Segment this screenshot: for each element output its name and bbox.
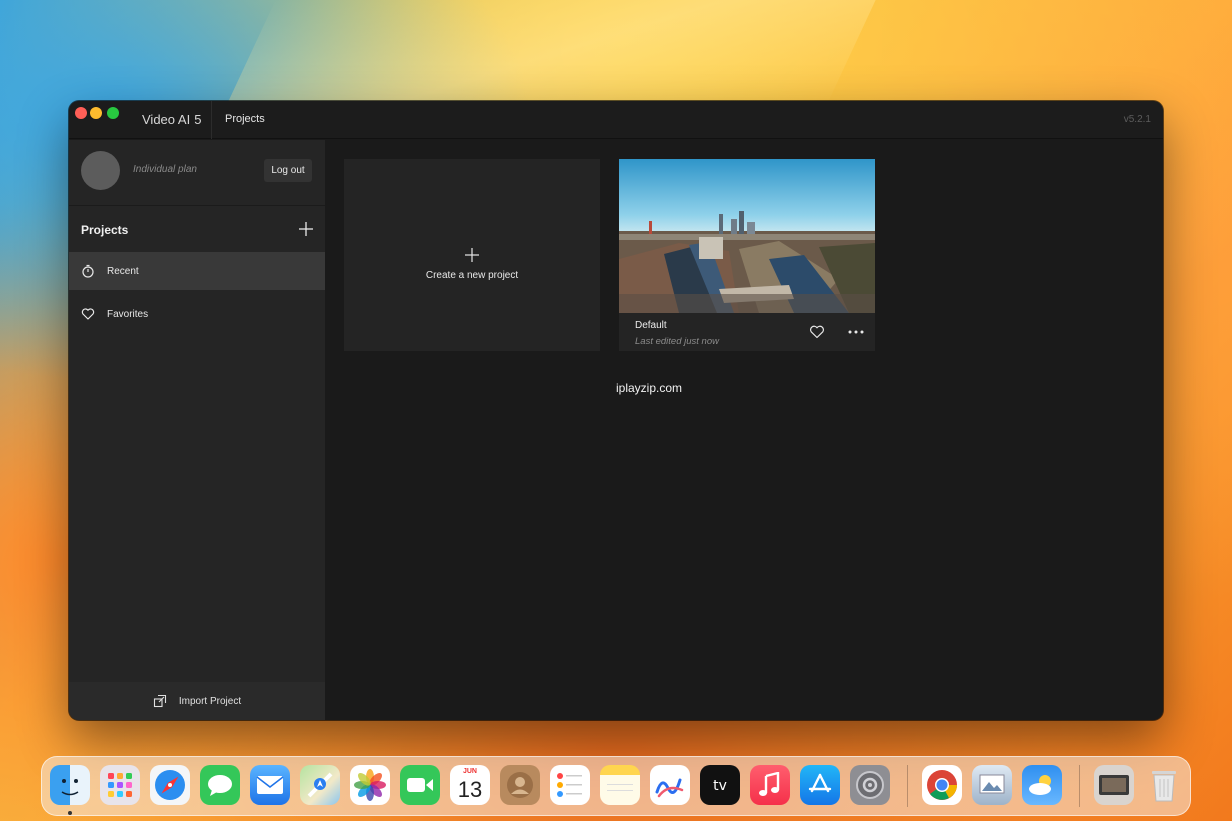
add-project-icon[interactable]: [298, 221, 314, 237]
minimize-window-button[interactable]: [90, 107, 102, 119]
app-title: Video AI 5: [142, 112, 201, 127]
running-indicator: [68, 811, 72, 815]
close-window-button[interactable]: [75, 107, 87, 119]
app-store-icon[interactable]: [800, 765, 840, 805]
sidebar: Individual plan Log out Projects Recent …: [69, 140, 325, 720]
music-icon[interactable]: [750, 765, 790, 805]
maps-icon[interactable]: [300, 765, 340, 805]
heart-icon: [81, 308, 95, 320]
watermark-text: iplayzip.com: [616, 381, 683, 395]
plan-label: Individual plan: [133, 164, 197, 175]
plus-icon: [465, 248, 479, 262]
avatar[interactable]: [81, 151, 120, 190]
sidebar-item-recent[interactable]: Recent: [69, 252, 325, 290]
dock-separator: [1079, 765, 1080, 807]
sidebar-item-label: Favorites: [107, 308, 149, 320]
topaz-video-ai-icon[interactable]: [1094, 765, 1134, 805]
create-project-label: Create a new project: [425, 270, 519, 281]
photos-icon[interactable]: [350, 765, 390, 805]
dock-separator: [907, 765, 908, 807]
sidebar-item-label: Recent: [107, 265, 139, 277]
weather-icon[interactable]: [1022, 765, 1062, 805]
svg-text:tv: tv: [713, 778, 727, 794]
facetime-icon[interactable]: [400, 765, 440, 805]
import-project-label: Import Project: [178, 695, 242, 707]
account-panel: Individual plan Log out: [69, 140, 325, 206]
contacts-icon[interactable]: [500, 765, 540, 805]
trash-icon[interactable]: [1144, 765, 1184, 805]
system-settings-icon[interactable]: [850, 765, 890, 805]
project-last-edited: Last edited just now: [635, 336, 719, 347]
project-title: Default: [635, 320, 667, 331]
apple-tv-icon[interactable]: tv: [700, 765, 740, 805]
nav-projects-tab[interactable]: Projects: [225, 113, 265, 125]
wallpaper-highlight: [224, 0, 876, 110]
preview-icon[interactable]: [972, 765, 1012, 805]
app-window: Video AI 5 Projects v5.2.1 Individual pla…: [69, 101, 1163, 720]
favorite-heart-icon[interactable]: [809, 324, 825, 340]
calendar-day: 13: [457, 777, 483, 802]
calendar-month: JUN: [462, 768, 477, 775]
project-card[interactable]: Default Last edited just now: [619, 159, 875, 351]
projects-heading: Projects: [81, 223, 129, 237]
more-options-icon[interactable]: [847, 325, 865, 339]
freeform-icon[interactable]: [650, 765, 690, 805]
calendar-icon[interactable]: JUN 13: [450, 765, 490, 805]
mail-icon[interactable]: [250, 765, 290, 805]
stopwatch-icon: [82, 264, 94, 278]
app-version-major: 5: [194, 112, 202, 127]
finder-icon[interactable]: [50, 765, 90, 805]
project-thumbnail[interactable]: [619, 159, 875, 313]
chrome-icon[interactable]: [922, 765, 962, 805]
messages-icon[interactable]: [200, 765, 240, 805]
maximize-window-button[interactable]: [107, 107, 119, 119]
import-icon: [153, 694, 166, 708]
app-name: Video AI: [142, 112, 191, 127]
create-project-card[interactable]: Create a new project: [344, 159, 600, 351]
launchpad-icon[interactable]: [100, 765, 140, 805]
logout-button[interactable]: Log out: [264, 159, 312, 182]
sidebar-item-favorites[interactable]: Favorites: [69, 295, 325, 333]
main-content: Create a new project Default Last edited…: [325, 140, 1163, 720]
notes-icon[interactable]: [600, 765, 640, 805]
reminders-icon[interactable]: [550, 765, 590, 805]
title-bar: Video AI 5 Projects v5.2.1: [69, 101, 1163, 139]
safari-icon[interactable]: [150, 765, 190, 805]
title-divider: [211, 101, 212, 139]
import-project-button[interactable]: Import Project: [69, 682, 325, 720]
dock: JUN 13 tv: [41, 756, 1191, 816]
version-label: v5.2.1: [1123, 114, 1151, 125]
